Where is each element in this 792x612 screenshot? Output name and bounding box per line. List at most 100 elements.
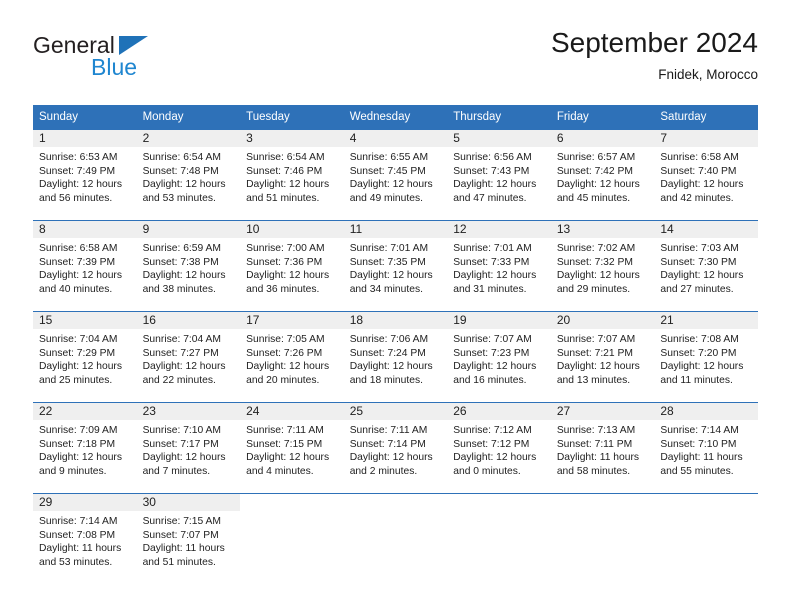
daylight-text-line2: and 20 minutes. — [246, 374, 320, 386]
day-details: Sunrise: 6:55 AM Sunset: 7:45 PM Daylight:… — [344, 147, 448, 205]
day-number: 19 — [447, 312, 551, 329]
calendar-day-cell[interactable]: 23 Sunrise: 7:10 AM Sunset: 7:17 PM Dayligh… — [136, 402, 241, 494]
sunrise-text: Sunrise: 7:09 AM — [39, 425, 118, 436]
calendar-day-cell[interactable]: 24 Sunrise: 7:11 AM Sunset: 7:15 PM Dayligh… — [240, 402, 344, 494]
sunset-text: Sunset: 7:07 PM — [142, 529, 219, 541]
day-cell-inner: 4 Sunrise: 6:55 AM Sunset: 7:45 PM Daylight… — [343, 130, 448, 220]
day-details: Sunrise: 7:09 AM Sunset: 7:18 PM Daylight:… — [33, 420, 137, 478]
calendar-day-cell[interactable]: 18 Sunrise: 7:06 AM Sunset: 7:24 PM Dayligh… — [343, 311, 448, 403]
sunset-text: Sunset: 7:18 PM — [39, 438, 116, 450]
calendar-day-cell[interactable]: 7 Sunrise: 6:58 AM Sunset: 7:40 PM Daylight… — [654, 129, 758, 221]
calendar-day-cell[interactable]: 14 Sunrise: 7:03 AM Sunset: 7:30 PM Dayligh… — [654, 220, 758, 312]
day-details: Sunrise: 7:14 AM Sunset: 7:10 PM Daylight:… — [654, 420, 758, 478]
sunset-text: Sunset: 7:08 PM — [39, 529, 116, 541]
calendar-day-cell-empty — [654, 493, 758, 584]
calendar-day-cell[interactable]: 17 Sunrise: 7:05 AM Sunset: 7:26 PM Dayligh… — [240, 311, 344, 403]
day-details: Sunrise: 7:13 AM Sunset: 7:11 PM Daylight:… — [551, 420, 655, 478]
sunrise-text: Sunrise: 7:14 AM — [660, 425, 739, 436]
calendar-day-cell[interactable]: 29 Sunrise: 7:14 AM Sunset: 7:08 PM Dayligh… — [33, 493, 137, 584]
daylight-text-line2: and 51 minutes. — [142, 556, 216, 568]
calendar-day-cell[interactable]: 11 Sunrise: 7:01 AM Sunset: 7:35 PM Dayligh… — [343, 220, 448, 312]
title-block: September 2024 Fnidek, Morocco — [551, 26, 758, 85]
day-details: Sunrise: 7:15 AM Sunset: 7:07 PM Daylight:… — [137, 511, 241, 569]
calendar-day-cell[interactable]: 3 Sunrise: 6:54 AM Sunset: 7:46 PM Daylight… — [240, 129, 344, 221]
daylight-text-line2: and 11 minutes. — [660, 374, 733, 386]
sunrise-text: Sunrise: 7:01 AM — [349, 243, 429, 254]
day-details: Sunrise: 7:01 AM Sunset: 7:33 PM Daylight:… — [447, 238, 551, 296]
calendar-day-cell[interactable]: 20 Sunrise: 7:07 AM Sunset: 7:21 PM Dayligh… — [550, 311, 655, 403]
calendar-day-cell[interactable]: 6 Sunrise: 6:57 AM Sunset: 7:42 PM Daylight… — [550, 129, 655, 221]
calendar-week-row: 15 Sunrise: 7:04 AM Sunset: 7:29 PM Dayligh… — [33, 311, 758, 403]
calendar-day-cell[interactable]: 9 Sunrise: 6:59 AM Sunset: 7:38 PM Daylight… — [136, 220, 241, 312]
day-cell-inner: 21 Sunrise: 7:08 AM Sunset: 7:20 PM Dayligh… — [654, 312, 758, 402]
day-details: Sunrise: 7:00 AM Sunset: 7:36 PM Daylight:… — [240, 238, 344, 296]
calendar-day-cell[interactable]: 27 Sunrise: 7:13 AM Sunset: 7:11 PM Dayligh… — [550, 402, 655, 494]
calendar-day-cell[interactable]: 25 Sunrise: 7:11 AM Sunset: 7:14 PM Dayligh… — [343, 402, 448, 494]
day-number: 6 — [550, 130, 655, 147]
day-number: 27 — [550, 403, 655, 420]
calendar-day-cell[interactable]: 19 Sunrise: 7:07 AM Sunset: 7:23 PM Dayligh… — [447, 311, 551, 403]
daylight-text-line1: Daylight: 12 hours — [660, 270, 744, 282]
day-number: 21 — [654, 312, 758, 329]
calendar-day-cell[interactable]: 22 Sunrise: 7:09 AM Sunset: 7:18 PM Dayligh… — [33, 402, 137, 494]
calendar-day-cell-empty — [343, 493, 448, 584]
day-number: 11 — [343, 221, 448, 238]
day-number: 17 — [240, 312, 344, 329]
day-number: 9 — [136, 221, 241, 238]
calendar-body: 1 Sunrise: 6:53 AM Sunset: 7:49 PM Daylight… — [33, 129, 758, 584]
daylight-text-line2: and 47 minutes. — [453, 192, 527, 204]
calendar-day-cell[interactable]: 8 Sunrise: 6:58 AM Sunset: 7:39 PM Daylight… — [33, 220, 137, 312]
calendar-day-cell[interactable]: 12 Sunrise: 7:01 AM Sunset: 7:33 PM Dayligh… — [447, 220, 551, 312]
weekday-header-thursday: Thursday — [447, 105, 551, 130]
daylight-text-line1: Daylight: 12 hours — [246, 361, 330, 373]
sunrise-text: Sunrise: 7:04 AM — [39, 334, 118, 345]
calendar-header-row: Sunday Monday Tuesday Wednesday Thursday… — [33, 105, 758, 130]
calendar-day-cell[interactable]: 26 Sunrise: 7:12 AM Sunset: 7:12 PM Dayligh… — [447, 402, 551, 494]
daylight-text-line1: Daylight: 12 hours — [660, 361, 744, 373]
daylight-text-line2: and 42 minutes. — [660, 192, 734, 204]
calendar-day-cell[interactable]: 28 Sunrise: 7:14 AM Sunset: 7:10 PM Dayligh… — [654, 402, 758, 494]
daylight-text-line1: Daylight: 11 hours — [556, 452, 640, 464]
day-details: Sunrise: 7:11 AM Sunset: 7:15 PM Daylight:… — [240, 420, 344, 478]
sunrise-text: Sunrise: 6:57 AM — [556, 152, 636, 163]
calendar-day-cell-empty — [550, 493, 655, 584]
page-header: General Blue September 2024 Fnidek, Moro… — [0, 0, 792, 82]
sunrise-text: Sunrise: 7:00 AM — [246, 243, 325, 254]
weekday-header-wednesday: Wednesday — [343, 105, 448, 130]
daylight-text-line2: and 7 minutes. — [142, 465, 211, 477]
day-number: 13 — [550, 221, 655, 238]
calendar-day-cell[interactable]: 13 Sunrise: 7:02 AM Sunset: 7:32 PM Dayligh… — [550, 220, 655, 312]
general-blue-logo[interactable]: General Blue — [33, 32, 233, 80]
sunset-text: Sunset: 7:45 PM — [349, 165, 426, 177]
sunrise-text: Sunrise: 6:59 AM — [142, 243, 221, 254]
sunrise-text: Sunrise: 7:11 AM — [349, 425, 428, 436]
sunset-text: Sunset: 7:39 PM — [39, 256, 116, 268]
calendar-day-cell[interactable]: 10 Sunrise: 7:00 AM Sunset: 7:36 PM Dayligh… — [240, 220, 344, 312]
calendar-day-cell[interactable]: 16 Sunrise: 7:04 AM Sunset: 7:27 PM Dayligh… — [136, 311, 241, 403]
calendar-day-cell[interactable]: 15 Sunrise: 7:04 AM Sunset: 7:29 PM Dayligh… — [33, 311, 137, 403]
day-cell-inner: 6 Sunrise: 6:57 AM Sunset: 7:42 PM Daylight… — [550, 130, 655, 220]
calendar-day-cell[interactable]: 1 Sunrise: 6:53 AM Sunset: 7:49 PM Daylight… — [33, 129, 137, 221]
day-details: Sunrise: 7:08 AM Sunset: 7:20 PM Daylight:… — [654, 329, 758, 387]
day-cell-inner: 8 Sunrise: 6:58 AM Sunset: 7:39 PM Daylight… — [33, 221, 137, 311]
page-title: September 2024 — [550, 27, 758, 58]
daylight-text-line2: and 9 minutes. — [39, 465, 107, 477]
day-cell-inner: 19 Sunrise: 7:07 AM Sunset: 7:23 PM Dayligh… — [447, 312, 551, 402]
sunset-text: Sunset: 7:15 PM — [246, 438, 323, 450]
sunrise-text: Sunrise: 7:14 AM — [39, 516, 118, 527]
sunset-text: Sunset: 7:36 PM — [246, 256, 323, 268]
sunset-text: Sunset: 7:33 PM — [453, 256, 530, 268]
day-number: 18 — [343, 312, 448, 329]
location-subtitle: Fnidek, Morocco — [658, 67, 758, 82]
calendar-day-cell[interactable]: 30 Sunrise: 7:15 AM Sunset: 7:07 PM Dayligh… — [136, 493, 241, 584]
calendar-week-row: 29 Sunrise: 7:14 AM Sunset: 7:08 PM Dayligh… — [33, 493, 758, 584]
calendar-day-cell[interactable]: 5 Sunrise: 6:56 AM Sunset: 7:43 PM Daylight… — [447, 129, 551, 221]
calendar-day-cell[interactable]: 4 Sunrise: 6:55 AM Sunset: 7:45 PM Daylight… — [343, 129, 448, 221]
daylight-text-line2: and 45 minutes. — [556, 192, 631, 204]
calendar-day-cell[interactable]: 21 Sunrise: 7:08 AM Sunset: 7:20 PM Dayligh… — [654, 311, 758, 403]
calendar-day-cell[interactable]: 2 Sunrise: 6:54 AM Sunset: 7:48 PM Daylight… — [136, 129, 241, 221]
day-details: Sunrise: 6:53 AM Sunset: 7:49 PM Daylight:… — [33, 147, 137, 205]
day-number — [343, 494, 448, 511]
daylight-text-line1: Daylight: 12 hours — [142, 361, 226, 373]
daylight-text-line1: Daylight: 12 hours — [39, 361, 122, 373]
